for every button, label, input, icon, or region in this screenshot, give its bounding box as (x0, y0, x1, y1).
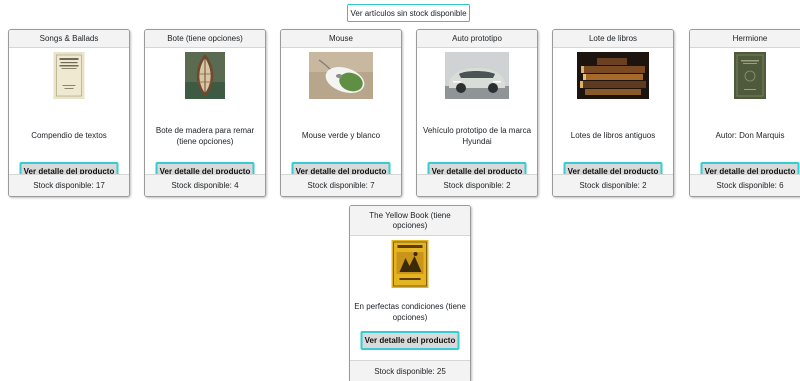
mouse-image[interactable] (309, 52, 373, 99)
stock-label: Stock disponible: 6 (690, 174, 800, 196)
product-title: Lote de libros (553, 30, 673, 48)
product-description: En perfectas condiciones (tiene opciones… (354, 302, 466, 322)
stock-label: Stock disponible: 7 (281, 174, 401, 196)
old-books-icon (577, 52, 649, 99)
product-card: The Yellow Book (tiene opciones) En perf… (349, 205, 471, 381)
product-description: Autor: Don Marquis (715, 130, 785, 140)
boat-image[interactable] (185, 52, 225, 99)
wooden-boat-icon (185, 52, 225, 99)
product-title: Bote (tiene opciones) (145, 30, 265, 48)
stock-label: Stock disponible: 25 (350, 360, 470, 381)
product-title: Auto prototipo (417, 30, 537, 48)
product-card: Lote de libros Lotes de libros antiguos … (552, 29, 674, 197)
book-cover-image[interactable] (734, 52, 766, 99)
book-cover-yellow-icon (391, 240, 429, 288)
product-description: Bote de madera para remar (tiene opcione… (155, 126, 255, 146)
product-description: Vehículo prototipo de la marca Hyundai (422, 126, 532, 146)
product-description: Lotes de libros antiguos (570, 130, 656, 140)
book-cover-green-icon (734, 52, 766, 99)
stock-label: Stock disponible: 4 (145, 174, 265, 196)
computer-mouse-icon (309, 52, 373, 99)
book-cover-cream-icon (53, 52, 85, 99)
product-description: Mouse verde y blanco (301, 130, 381, 140)
stock-label: Stock disponible: 17 (9, 174, 129, 196)
product-card: Hermione Autor: Don Marquis Ver detalle … (689, 29, 800, 197)
view-product-detail-button[interactable]: Ver detalle del producto (360, 331, 460, 350)
concept-car-icon (445, 52, 509, 99)
stock-label: Stock disponible: 2 (417, 174, 537, 196)
book-cover-image[interactable] (53, 52, 85, 99)
product-title: The Yellow Book (tiene opciones) (350, 206, 470, 236)
show-out-of-stock-button[interactable]: Ver artículos sin stock disponible (347, 4, 470, 22)
books-image[interactable] (577, 52, 649, 99)
car-image[interactable] (445, 52, 509, 99)
product-card: Auto prototipo Vehículo prototipo de la … (416, 29, 538, 197)
product-card: Songs & Ballads Compendio de textos Ver … (8, 29, 130, 197)
product-description: Compendio de textos (31, 130, 107, 140)
book-cover-image[interactable] (391, 240, 429, 288)
product-card: Mouse Mouse verde y blanco Ver detalle d… (280, 29, 402, 197)
stock-label: Stock disponible: 2 (553, 174, 673, 196)
product-title: Hermione (690, 30, 800, 48)
product-title: Songs & Ballads (9, 30, 129, 48)
product-card: Bote (tiene opciones) Bote de madera par… (144, 29, 266, 197)
product-title: Mouse (281, 30, 401, 48)
